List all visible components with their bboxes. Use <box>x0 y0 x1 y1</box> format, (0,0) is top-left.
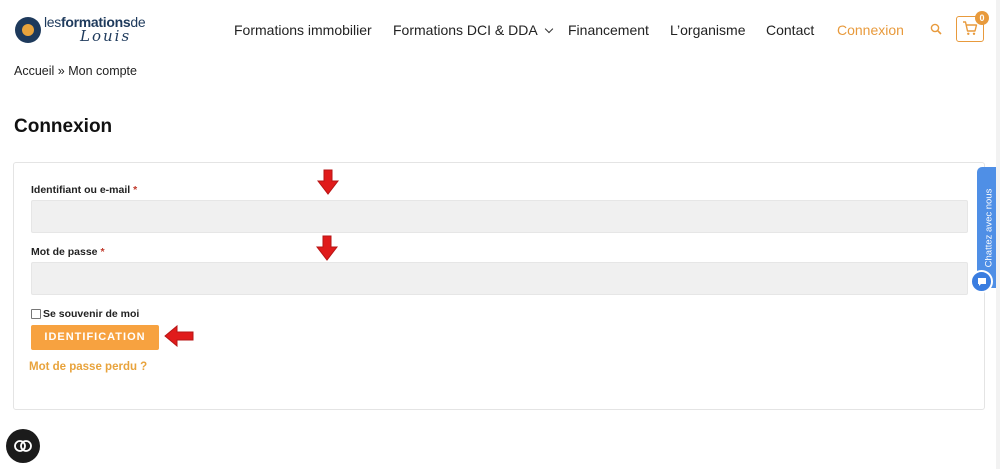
username-input[interactable] <box>31 200 968 233</box>
nav-organisme[interactable]: L’organisme <box>670 22 746 38</box>
password-input[interactable] <box>31 262 968 295</box>
remember-me[interactable]: Se souvenir de moi <box>31 308 139 320</box>
accessibility-button[interactable] <box>6 429 40 463</box>
breadcrumb-separator: » <box>54 64 69 78</box>
cart-button[interactable]: 0 <box>956 11 989 42</box>
page-scrollbar[interactable] <box>996 0 1000 469</box>
accessibility-icon <box>14 440 32 452</box>
chat-tab-label: Chattez avec nous <box>983 188 994 267</box>
nav-contact[interactable]: Contact <box>766 22 814 38</box>
chevron-down-icon <box>544 24 553 34</box>
breadcrumb-home-link[interactable]: Accueil <box>14 64 54 78</box>
login-form: Identifiant ou e-mail * Mot de passe * Se … <box>13 162 985 410</box>
breadcrumb-current: Mon compte <box>68 64 137 78</box>
annotation-arrow-down-icon <box>316 235 338 261</box>
search-icon[interactable] <box>930 23 942 35</box>
nav-connexion[interactable]: Connexion <box>837 22 904 38</box>
username-label: Identifiant ou e-mail * <box>31 184 138 196</box>
chat-bubble-button[interactable] <box>970 270 993 293</box>
remember-me-checkbox[interactable] <box>31 309 41 319</box>
nav-financement[interactable]: Financement <box>568 22 649 38</box>
annotation-arrow-down-icon <box>317 169 339 195</box>
chat-icon <box>978 278 986 286</box>
breadcrumb: Accueil » Mon compte <box>14 64 137 78</box>
main-nav: Formations immobilier Formations DCI & D… <box>0 22 1000 40</box>
annotation-arrow-left-icon <box>164 325 194 347</box>
required-mark: * <box>100 246 105 258</box>
page-title: Connexion <box>14 116 113 137</box>
password-label: Mot de passe * <box>31 246 105 258</box>
lost-password-link[interactable]: Mot de passe perdu ? <box>29 361 147 373</box>
cart-count-badge: 0 <box>975 11 989 25</box>
required-mark: * <box>133 184 138 196</box>
remember-me-label: Se souvenir de moi <box>43 308 140 320</box>
login-submit-button[interactable]: IDENTIFICATION <box>31 325 159 350</box>
cart-icon <box>963 21 978 35</box>
nav-formations-dci-dda-label: Formations DCI & DDA <box>393 22 538 38</box>
nav-formations-immobilier[interactable]: Formations immobilier <box>234 22 372 38</box>
nav-formations-dci-dda[interactable]: Formations DCI & DDA <box>393 22 553 38</box>
